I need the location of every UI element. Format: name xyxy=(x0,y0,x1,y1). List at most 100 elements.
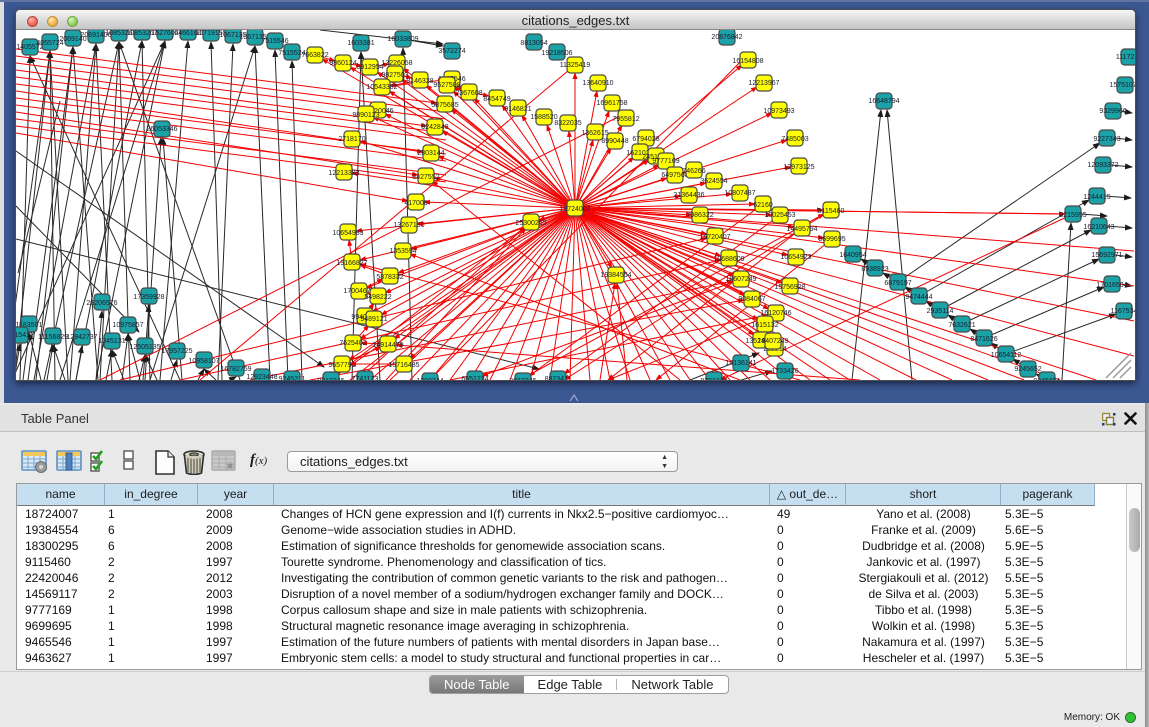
svg-text:9245652: 9245652 xyxy=(1014,366,1041,373)
svg-text:9912345: 9912345 xyxy=(509,378,536,381)
svg-text:16648794: 16648794 xyxy=(868,98,899,105)
svg-text:15751074: 15751074 xyxy=(1109,82,1135,89)
svg-text:14914479: 14914479 xyxy=(372,342,403,349)
svg-text:19384554: 19384554 xyxy=(600,272,631,279)
svg-text:8471626: 8471626 xyxy=(970,336,997,343)
svg-text:7515546: 7515546 xyxy=(261,38,288,45)
svg-text:7625402: 7625402 xyxy=(339,340,366,347)
svg-text:13640910: 13640910 xyxy=(582,80,613,87)
svg-text:12505135: 12505135 xyxy=(129,344,160,351)
svg-text:8215955: 8215955 xyxy=(1059,212,1086,219)
svg-text:9245651: 9245651 xyxy=(1033,378,1060,381)
svg-text:10654112: 10654112 xyxy=(991,352,1022,359)
svg-text:8699695: 8699695 xyxy=(818,236,845,243)
svg-text:1640954: 1640954 xyxy=(839,252,866,259)
svg-text:9115460: 9115460 xyxy=(818,208,845,215)
svg-text:11325419: 11325419 xyxy=(560,62,591,69)
svg-text:6879197: 6879197 xyxy=(884,280,911,287)
svg-text:17359928: 17359928 xyxy=(133,294,164,301)
svg-text:9527508: 9527508 xyxy=(433,82,460,89)
svg-text:2935114: 2935114 xyxy=(927,308,954,315)
svg-text:10543382: 10543382 xyxy=(366,84,397,91)
svg-text:8938923: 8938923 xyxy=(861,266,888,273)
svg-text:9245211: 9245211 xyxy=(279,376,306,381)
svg-text:12093372: 12093372 xyxy=(1087,162,1118,169)
svg-text:2367608: 2367608 xyxy=(455,90,482,97)
svg-text:19218506: 19218506 xyxy=(541,50,572,57)
svg-text:12213383: 12213383 xyxy=(328,170,359,177)
svg-text:1603381: 1603381 xyxy=(347,40,374,47)
svg-text:2803144: 2803144 xyxy=(417,150,444,157)
svg-text:21364436: 21364436 xyxy=(673,192,704,199)
svg-text:2718170: 2718170 xyxy=(338,136,365,143)
svg-text:9084067: 9084067 xyxy=(738,296,765,303)
svg-text:62160: 62160 xyxy=(753,202,773,209)
svg-text:9474444: 9474444 xyxy=(905,294,932,301)
svg-text:16033809: 16033809 xyxy=(387,36,418,43)
svg-text:5875685: 5875685 xyxy=(431,102,458,109)
svg-text:1362615: 1362615 xyxy=(581,130,608,137)
svg-text:9242848: 9242848 xyxy=(421,124,448,131)
svg-text:7741123: 7741123 xyxy=(352,376,379,381)
svg-text:15720407: 15720407 xyxy=(699,234,730,241)
svg-text:3572274: 3572274 xyxy=(438,48,465,55)
svg-text:6794028: 6794028 xyxy=(632,136,659,143)
svg-text:16210643: 16210643 xyxy=(1083,224,1114,231)
svg-text:26206576: 26206576 xyxy=(86,300,117,307)
svg-text:25300265: 25300265 xyxy=(515,220,546,227)
svg-text:8812345: 8812345 xyxy=(317,378,344,381)
svg-text:17957225: 17957225 xyxy=(161,348,192,355)
svg-text:1345131: 1345131 xyxy=(98,338,125,345)
svg-text:18607249: 18607249 xyxy=(725,276,756,283)
svg-text:16961758: 16961758 xyxy=(596,100,627,107)
svg-text:9329966: 9329966 xyxy=(1099,108,1126,115)
svg-text:8823411: 8823411 xyxy=(545,376,572,381)
svg-text:20876842: 20876842 xyxy=(711,34,742,41)
svg-text:9227343: 9227343 xyxy=(1093,136,1120,143)
svg-text:12213967: 12213967 xyxy=(748,80,779,87)
svg-text:18724007: 18724007 xyxy=(559,206,590,213)
svg-text:9777169: 9777169 xyxy=(652,158,679,165)
svg-text:16154808: 16154808 xyxy=(732,58,763,65)
svg-text:17016504: 17016504 xyxy=(1096,282,1127,289)
svg-text:9890123: 9890123 xyxy=(352,112,379,119)
svg-text:15756928: 15756928 xyxy=(774,284,805,291)
svg-text:8322035: 8322035 xyxy=(554,120,581,127)
svg-text:10688609: 10688609 xyxy=(713,256,744,263)
svg-text:5878332: 5878332 xyxy=(376,274,403,281)
svg-text:1292344: 1292344 xyxy=(416,378,443,381)
svg-text:9657791: 9657791 xyxy=(328,362,355,369)
svg-text:14495794: 14495794 xyxy=(786,226,817,233)
svg-text:1117234: 1117234 xyxy=(1116,54,1135,61)
svg-text:12973125: 12973125 xyxy=(783,164,814,171)
svg-text:9146821: 9146821 xyxy=(504,106,531,113)
svg-text:3624554: 3624554 xyxy=(700,178,727,185)
svg-text:9827503: 9827503 xyxy=(381,72,408,79)
svg-text:1244415: 1244415 xyxy=(1083,194,1110,201)
svg-text:19166827: 19166827 xyxy=(336,260,367,267)
svg-text:16782759: 16782759 xyxy=(220,366,251,373)
svg-text:8813054: 8813054 xyxy=(520,40,547,47)
svg-text:1615132: 1615132 xyxy=(751,322,778,329)
svg-text:10654983: 10654983 xyxy=(332,230,363,237)
svg-text:3915411: 3915411 xyxy=(16,332,33,339)
svg-text:8791234: 8791234 xyxy=(700,378,727,381)
svg-text:10654923: 10654923 xyxy=(780,254,811,261)
svg-text:15692971: 15692971 xyxy=(1091,252,1122,259)
svg-text:10975857: 10975857 xyxy=(112,322,143,329)
svg-text:13267130: 13267130 xyxy=(393,222,424,229)
svg-text:15716485: 15716485 xyxy=(388,362,419,369)
svg-text:8990448: 8990448 xyxy=(601,138,628,145)
svg-text:7986322: 7986322 xyxy=(686,212,713,219)
svg-text:5498222: 5498222 xyxy=(364,294,391,301)
svg-text:11156829: 11156829 xyxy=(38,334,68,341)
svg-text:10807487: 10807487 xyxy=(724,190,755,197)
svg-text:6651234: 6651234 xyxy=(461,376,488,381)
svg-text:12923448: 12923448 xyxy=(246,374,277,381)
svg-text:8454749: 8454749 xyxy=(483,96,510,103)
svg-text:417006: 417006 xyxy=(404,200,427,207)
svg-text:1167534: 1167534 xyxy=(1111,308,1135,315)
svg-text:7663822: 7663822 xyxy=(301,52,328,59)
svg-text:10973493: 10973493 xyxy=(763,108,794,115)
svg-text:9489121: 9489121 xyxy=(360,316,387,323)
